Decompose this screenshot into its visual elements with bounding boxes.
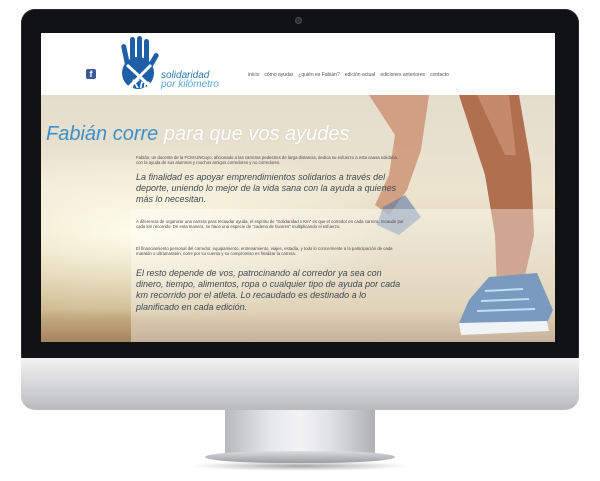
logo-line2: por kilómetro — [161, 79, 219, 90]
logo-text[interactable]: solidaridad por kilómetro — [161, 71, 219, 90]
hero-title-part2: para que vos ayudes — [163, 123, 350, 145]
hero-title: Fabián corre para que vos ayudes — [46, 123, 350, 146]
nav-item-quien-es-fabian[interactable]: ¿quién es Fabián? — [298, 72, 339, 78]
facebook-icon[interactable]: f — [86, 69, 96, 79]
nav-item-como-ayudar[interactable]: cómo ayudar — [264, 72, 293, 78]
nav-item-ediciones-anteriores[interactable]: ediciones anteriores — [380, 72, 425, 78]
paragraph-intro: Fabián, un docente de la FCM-UNCuyo, afi… — [136, 155, 399, 166]
paragraph-finalidad: La finalidad es apoyar emprendimientos s… — [136, 172, 397, 205]
website-screen: f Km solidaridad por kilómetro inicio có… — [41, 33, 555, 342]
hero-title-part1: Fabián corre — [46, 123, 159, 145]
logo-km-text: Km — [131, 77, 151, 91]
nav-item-inicio[interactable]: inicio — [248, 72, 259, 78]
paragraph-financiamiento: El financiamiento personal del corredor,… — [136, 246, 393, 257]
paragraph-resto: El resto depende de vos, patrocinando al… — [136, 268, 401, 312]
nav-item-contacto[interactable]: contacto — [430, 72, 449, 78]
camera-icon — [295, 17, 302, 24]
monitor-stand-foot — [205, 451, 395, 463]
monitor-chin — [21, 358, 579, 410]
paragraph-diferencia: A diferencia de organizar una carrera pa… — [136, 219, 404, 230]
monitor-stand-neck — [225, 410, 375, 455]
main-nav: inicio cómo ayudar ¿quién es Fabián? edi… — [248, 72, 449, 78]
site-header: f Km solidaridad por kilómetro inicio có… — [41, 33, 555, 95]
nav-item-edicion-actual[interactable]: edición actual — [345, 72, 376, 78]
